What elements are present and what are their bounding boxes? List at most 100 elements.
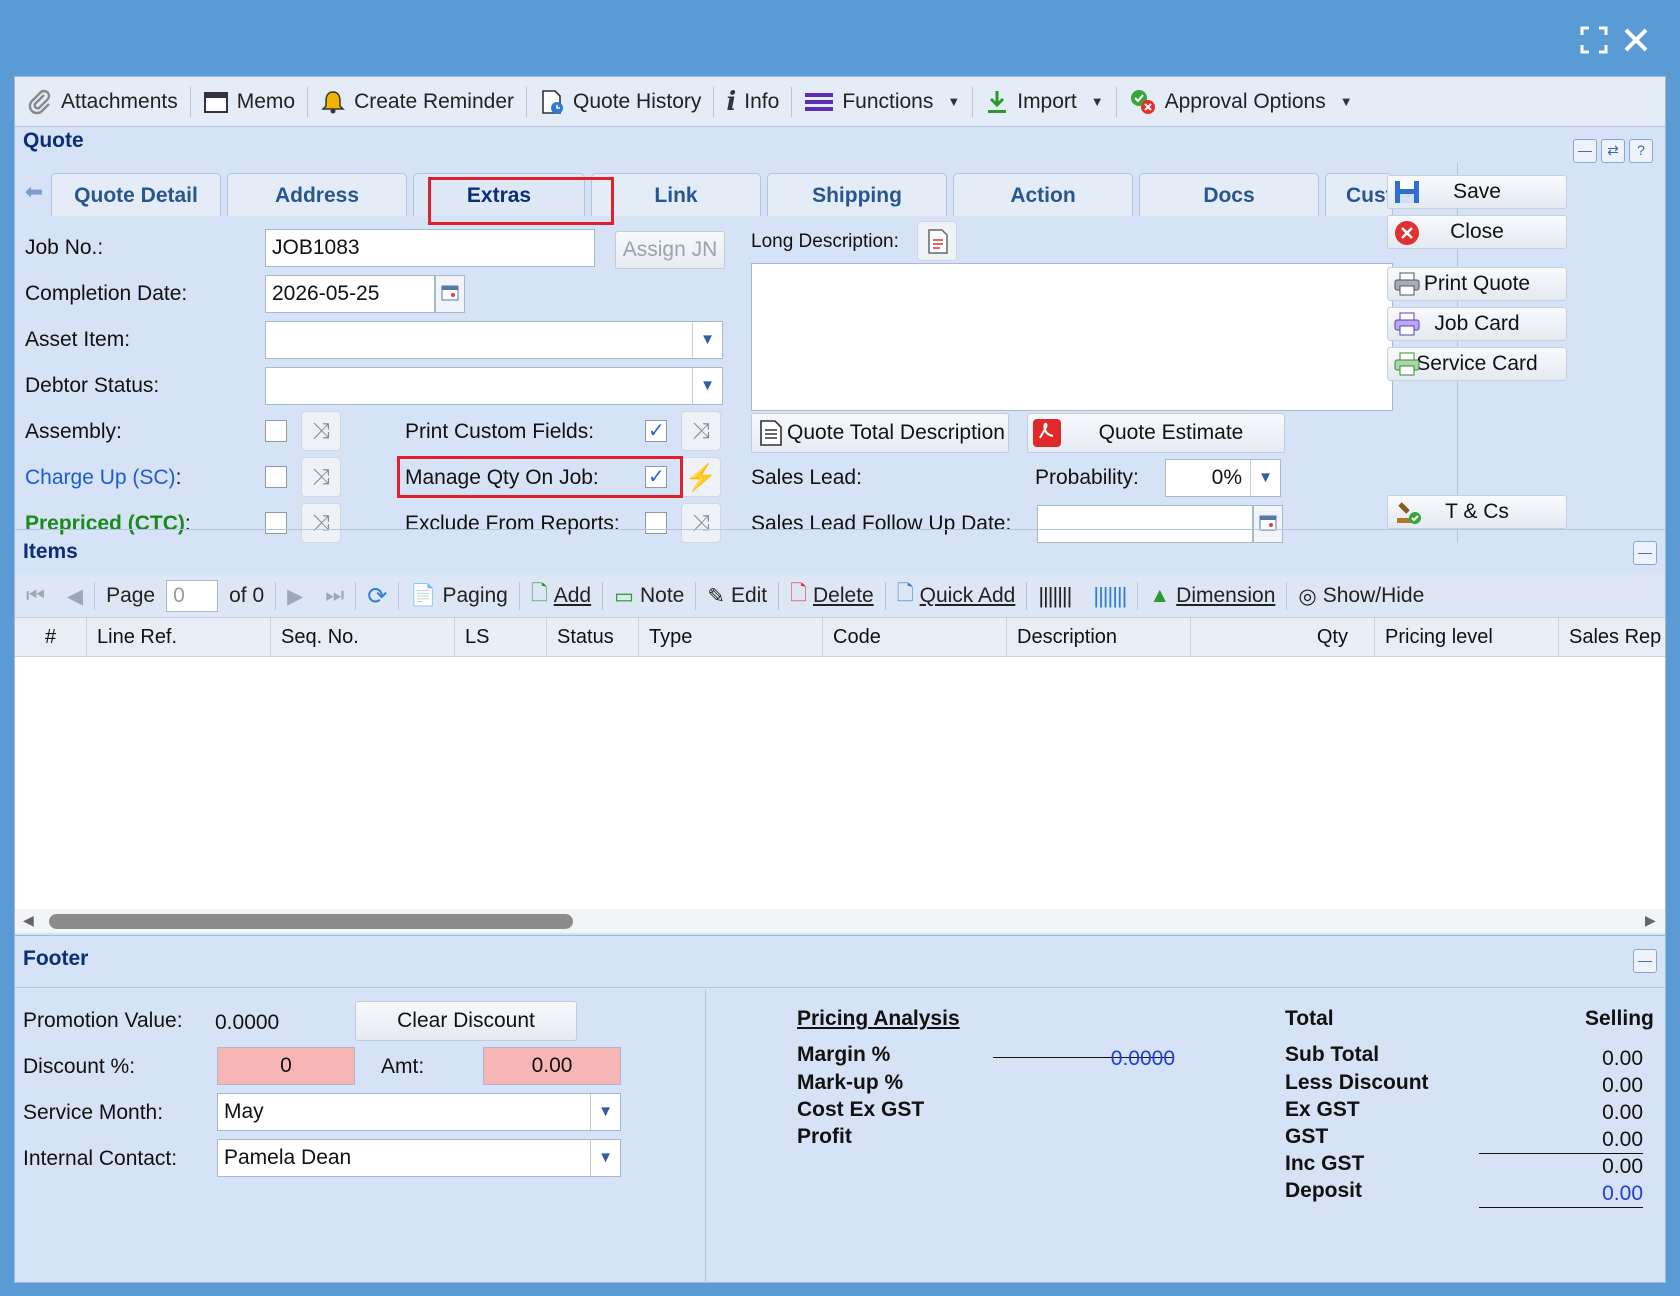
attachments-label: Attachments [61,89,178,113]
chevron-down-icon[interactable]: ▼ [590,1140,620,1176]
col-number[interactable]: # [15,618,87,656]
items-table-body[interactable] [15,657,1665,933]
col-line-ref[interactable]: Line Ref. [87,618,271,656]
lightning-icon[interactable]: ⚡ [681,457,721,497]
col-type[interactable]: Type [639,618,823,656]
paging-button[interactable]: 📄 Paging [399,584,519,608]
long-description-label: Long Description: [751,231,899,252]
scrollbar-thumb[interactable] [49,914,573,929]
tab-action[interactable]: Action [953,173,1133,216]
collapse-icon[interactable]: — [1633,541,1657,565]
tab-link[interactable]: Link [591,173,761,216]
tab-custom[interactable]: Cust [1325,173,1393,216]
margin-value: 0.0000 [1110,1047,1175,1070]
print-quote-button[interactable]: Print Quote [1387,267,1567,301]
functions-menu[interactable]: Functions ▼ [792,77,972,127]
chevron-down-icon[interactable]: ▼ [590,1094,620,1130]
shuffle-icon[interactable]: ⤨ [301,411,341,451]
col-description[interactable]: Description [1007,618,1191,656]
debtor-status-select[interactable]: ▼ [265,367,723,405]
scroll-right-icon[interactable]: ▶ [1645,912,1656,929]
col-pricing-level[interactable]: Pricing level [1375,618,1559,656]
tab-quote-detail[interactable]: Quote Detail [51,173,221,216]
last-page-icon[interactable]: ⏭ [314,584,355,608]
shuffle-icon[interactable]: ⤨ [301,503,341,543]
first-page-icon[interactable]: ⏮ [15,584,56,608]
long-description-textarea[interactable] [751,263,1393,411]
expand-icon[interactable] [1580,26,1608,54]
shuffle-icon[interactable]: ⤨ [681,503,721,543]
chevron-down-icon[interactable]: ▼ [692,368,722,404]
exclude-reports-checkbox[interactable] [645,512,667,534]
close-button[interactable]: Close [1387,215,1567,249]
collapse-icon[interactable]: — [1633,949,1657,973]
info-button[interactable]: i Info [714,77,791,127]
quote-estimate-button[interactable]: Quote Estimate [1027,413,1285,453]
dimension-button[interactable]: ▲ Dimension [1138,584,1286,608]
assembly-checkbox[interactable] [265,420,287,442]
shuffle-icon[interactable]: ⤨ [301,457,341,497]
discount-percent-field[interactable]: 0 [217,1047,355,1085]
tab-scroll-left-icon[interactable]: ⬅ [19,179,49,209]
delete-button[interactable]: 🗋 Delete [779,579,885,614]
collapse-icon[interactable]: — [1573,139,1597,163]
sales-lead-followup-field[interactable] [1037,505,1253,543]
memo-button[interactable]: Memo [191,77,307,127]
service-month-select[interactable]: May ▼ [217,1093,621,1131]
col-sales-rep[interactable]: Sales Rep [1559,618,1665,656]
copy-document-icon[interactable] [917,221,957,261]
edit-button[interactable]: ✎ Edit [696,584,778,609]
horizontal-scrollbar[interactable]: ◀ ▶ [15,909,1665,933]
show-hide-button[interactable]: ◎ Show/Hide [1287,584,1435,609]
close-icon[interactable] [1622,26,1650,54]
inc-gst-label: Inc GST [1285,1152,1365,1175]
import-menu[interactable]: Import ▼ [973,77,1115,127]
chevron-down-icon[interactable]: ▼ [692,322,722,358]
save-button[interactable]: Save [1387,175,1567,209]
shuffle-icon[interactable]: ⤨ [681,411,721,451]
clear-discount-button[interactable]: Clear Discount [355,1001,577,1041]
create-reminder-button[interactable]: Create Reminder [308,77,526,127]
approval-options-menu[interactable]: Approval Options ▼ [1117,77,1365,127]
charge-up-checkbox[interactable] [265,466,287,488]
col-status[interactable]: Status [547,618,639,656]
probability-select[interactable]: 0% ▼ [1165,459,1281,497]
calendar-picker-icon[interactable] [435,275,465,313]
chevron-down-icon[interactable]: ▼ [1250,460,1280,496]
tab-docs[interactable]: Docs [1139,173,1319,216]
tab-shipping[interactable]: Shipping [767,173,947,216]
note-button[interactable]: ▭ Note [603,584,695,609]
previous-page-icon[interactable]: ◀ [56,584,94,609]
next-page-icon[interactable]: ▶ [276,584,314,609]
internal-contact-select[interactable]: Pamela Dean ▼ [217,1139,621,1177]
barcode-blue-icon[interactable]: ||||||| [1082,583,1137,609]
job-no-field[interactable]: JOB1083 [265,229,595,267]
quote-history-button[interactable]: Quote History [527,77,713,127]
print-custom-fields-checkbox[interactable] [645,418,667,443]
refresh-icon[interactable]: ⟳ [356,582,398,611]
tab-address[interactable]: Address [227,173,407,216]
add-button[interactable]: 🗋 Add [520,579,602,614]
quick-add-button[interactable]: 🗋 Quick Add [886,579,1027,614]
terms-conditions-button[interactable]: T & Cs [1387,495,1567,529]
assign-jn-button[interactable]: Assign JN [615,231,725,269]
barcode-icon[interactable]: ||||||| [1027,583,1082,609]
attachments-button[interactable]: Attachments [15,77,190,127]
scroll-left-icon[interactable]: ◀ [23,912,34,929]
service-card-button[interactable]: Service Card [1387,347,1567,381]
charge-up-link[interactable]: Charge Up (SC) [25,466,176,489]
prepriced-checkbox[interactable] [265,512,287,534]
col-qty[interactable]: Qty [1191,618,1375,656]
asset-item-select[interactable]: ▼ [265,321,723,359]
help-icon[interactable]: ? [1629,139,1653,163]
calendar-picker-icon[interactable] [1253,505,1283,543]
quote-total-description-button[interactable]: Quote Total Description [751,413,1009,453]
completion-date-field[interactable]: 2026-05-25 [265,275,435,313]
page-number-input[interactable]: 0 [166,580,219,612]
col-code[interactable]: Code [823,618,1007,656]
col-seq-no[interactable]: Seq. No. [271,618,455,656]
refresh-icon[interactable]: ⇄ [1601,139,1625,163]
job-card-button[interactable]: Job Card [1387,307,1567,341]
discount-amount-field[interactable]: 0.00 [483,1047,621,1085]
col-ls[interactable]: LS [455,618,547,656]
